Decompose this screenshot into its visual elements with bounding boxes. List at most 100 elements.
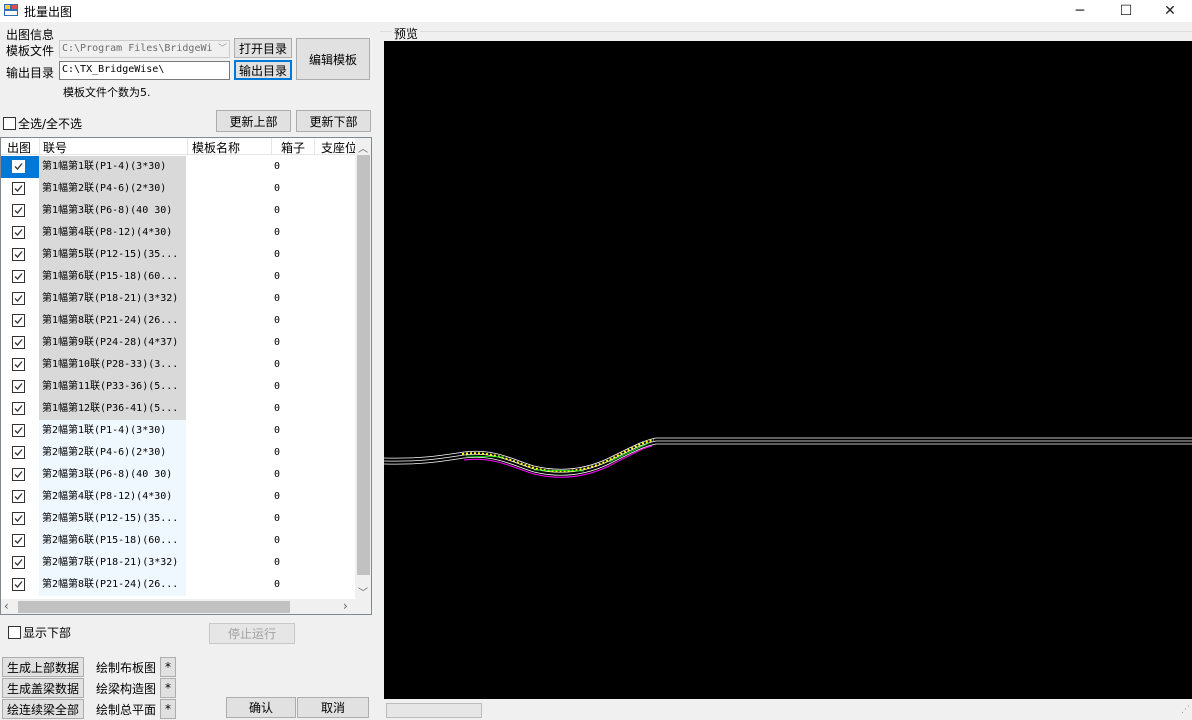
box-count-cell[interactable]: 0 <box>274 442 280 464</box>
table-row[interactable]: 第1幅第10联(P28-33)(3... 0 <box>1 354 355 376</box>
horizontal-scrollbar[interactable]: ‹ › <box>1 599 371 614</box>
scroll-right-icon[interactable]: › <box>343 599 348 613</box>
table-row[interactable]: 第1幅第8联(P21-24)(26... 0 <box>1 310 355 332</box>
box-count-cell[interactable]: 0 <box>274 508 280 530</box>
span-name-cell[interactable]: 第1幅第8联(P21-24)(26... <box>39 310 186 332</box>
output-dir-button[interactable]: 输出目录 <box>234 60 292 80</box>
table-row[interactable]: 第1幅第1联(P1-4)(3*30) 0 <box>1 156 355 178</box>
table-row[interactable]: 第1幅第11联(P33-36)(5... 0 <box>1 376 355 398</box>
preview-canvas[interactable] <box>383 41 1192 699</box>
stop-button[interactable]: 停止运行 <box>209 623 295 644</box>
resize-grip-icon[interactable]: ⋰ <box>1181 705 1190 715</box>
template-file-combo[interactable]: C:\Program Files\BridgeWi ﹀ <box>59 40 230 58</box>
table-row[interactable]: 第1幅第7联(P18-21)(3*32) 0 <box>1 288 355 310</box>
row-checkbox[interactable] <box>12 358 25 371</box>
confirm-button[interactable]: 确认 <box>226 697 296 718</box>
span-name-cell[interactable]: 第1幅第4联(P8-12)(4*30) <box>39 222 186 244</box>
row-checkbox[interactable] <box>12 468 25 481</box>
gen-upper-data-button[interactable]: 生成上部数据 <box>2 657 84 677</box>
row-checkbox[interactable] <box>12 490 25 503</box>
output-dir-field[interactable]: C:\TX_BridgeWise\ <box>59 61 230 80</box>
draw-layout-option-button[interactable]: * <box>160 657 176 677</box>
table-row[interactable]: 第1幅第3联(P6-8)(40 30) 0 <box>1 200 355 222</box>
row-checkbox[interactable] <box>12 556 25 569</box>
row-checkbox[interactable] <box>12 204 25 217</box>
table-row[interactable]: 第2幅第7联(P18-21)(3*32) 0 <box>1 552 355 574</box>
span-name-cell[interactable]: 第1幅第2联(P4-6)(2*30) <box>39 178 186 200</box>
box-count-cell[interactable]: 0 <box>274 288 280 310</box>
table-row[interactable]: 第2幅第5联(P12-15)(35... 0 <box>1 508 355 530</box>
minimize-button[interactable]: ─ <box>1058 0 1102 22</box>
span-name-cell[interactable]: 第1幅第5联(P12-15)(35... <box>39 244 186 266</box>
span-name-cell[interactable]: 第1幅第1联(P1-4)(3*30) <box>39 156 186 178</box>
draw-plan-option-button[interactable]: * <box>160 699 176 719</box>
row-checkbox[interactable] <box>12 578 25 591</box>
scroll-left-icon[interactable]: ‹ <box>4 599 9 613</box>
table-row[interactable]: 第2幅第4联(P8-12)(4*30) 0 <box>1 486 355 508</box>
update-lower-button[interactable]: 更新下部 <box>296 110 371 132</box>
row-checkbox[interactable] <box>12 226 25 239</box>
draw-all-button[interactable]: 绘连续梁全部 <box>2 699 84 719</box>
cancel-button[interactable]: 取消 <box>297 697 369 718</box>
span-name-cell[interactable]: 第1幅第9联(P24-28)(4*37) <box>39 332 186 354</box>
box-count-cell[interactable]: 0 <box>274 222 280 244</box>
hscroll-thumb[interactable] <box>18 601 290 613</box>
close-button[interactable]: ✕ <box>1148 0 1192 22</box>
table-row[interactable]: 第2幅第3联(P6-8)(40 30) 0 <box>1 464 355 486</box>
box-count-cell[interactable]: 0 <box>274 156 280 178</box>
edit-template-button[interactable]: 编辑模板 <box>296 38 370 80</box>
row-checkbox[interactable] <box>12 424 25 437</box>
scroll-thumb[interactable] <box>357 155 370 575</box>
box-count-cell[interactable]: 0 <box>274 464 280 486</box>
box-count-cell[interactable]: 0 <box>274 486 280 508</box>
span-name-cell[interactable]: 第2幅第4联(P8-12)(4*30) <box>39 486 186 508</box>
scroll-down-icon[interactable]: ﹀ <box>358 584 368 599</box>
span-name-cell[interactable]: 第2幅第8联(P21-24)(26... <box>39 574 186 596</box>
row-checkbox[interactable] <box>12 512 25 525</box>
maximize-button[interactable]: ☐ <box>1104 0 1148 22</box>
row-checkbox[interactable] <box>12 270 25 283</box>
draw-structure-option-button[interactable]: * <box>160 678 176 698</box>
span-name-cell[interactable]: 第2幅第7联(P18-21)(3*32) <box>39 552 186 574</box>
table-row[interactable]: 第1幅第4联(P8-12)(4*30) 0 <box>1 222 355 244</box>
row-checkbox[interactable] <box>12 314 25 327</box>
span-name-cell[interactable]: 第1幅第10联(P28-33)(3... <box>39 354 186 376</box>
box-count-cell[interactable]: 0 <box>274 332 280 354</box>
box-count-cell[interactable]: 0 <box>274 266 280 288</box>
col-header-output[interactable]: 出图 <box>7 139 31 156</box>
row-checkbox[interactable] <box>12 380 25 393</box>
table-row[interactable]: 第2幅第8联(P21-24)(26... 0 <box>1 574 355 596</box>
span-name-cell[interactable]: 第1幅第11联(P33-36)(5... <box>39 376 186 398</box>
col-divider[interactable] <box>314 138 315 155</box>
row-checkbox[interactable] <box>12 160 25 173</box>
box-count-cell[interactable]: 0 <box>274 420 280 442</box>
span-name-cell[interactable]: 第1幅第12联(P36-41)(5... <box>39 398 186 420</box>
row-checkbox[interactable] <box>12 248 25 261</box>
span-name-cell[interactable]: 第2幅第2联(P4-6)(2*30) <box>39 442 186 464</box>
col-header-bearing[interactable]: 支座位 <box>321 139 357 156</box>
col-divider[interactable] <box>39 138 40 155</box>
span-name-cell[interactable]: 第1幅第3联(P6-8)(40 30) <box>39 200 186 222</box>
span-name-cell[interactable]: 第1幅第7联(P18-21)(3*32) <box>39 288 186 310</box>
col-header-template[interactable]: 模板名称 <box>192 139 240 156</box>
box-count-cell[interactable]: 0 <box>274 354 280 376</box>
table-row[interactable]: 第1幅第12联(P36-41)(5... 0 <box>1 398 355 420</box>
table-row[interactable]: 第2幅第6联(P15-18)(60... 0 <box>1 530 355 552</box>
row-checkbox[interactable] <box>12 292 25 305</box>
table-row[interactable]: 第2幅第2联(P4-6)(2*30) 0 <box>1 442 355 464</box>
span-name-cell[interactable]: 第2幅第6联(P15-18)(60... <box>39 530 186 552</box>
box-count-cell[interactable]: 0 <box>274 574 280 596</box>
select-all-checkbox[interactable] <box>3 117 16 130</box>
row-checkbox[interactable] <box>12 182 25 195</box>
chevron-down-icon[interactable]: ﹀ <box>218 41 227 57</box>
row-checkbox[interactable] <box>12 402 25 415</box>
box-count-cell[interactable]: 0 <box>274 530 280 552</box>
box-count-cell[interactable]: 0 <box>274 398 280 420</box>
table-row[interactable]: 第1幅第9联(P24-28)(4*37) 0 <box>1 332 355 354</box>
gen-cap-beam-button[interactable]: 生成盖梁数据 <box>2 678 84 698</box>
row-checkbox[interactable] <box>12 446 25 459</box>
box-count-cell[interactable]: 0 <box>274 552 280 574</box>
box-count-cell[interactable]: 0 <box>274 178 280 200</box>
col-header-box[interactable]: 箱子 <box>281 139 305 156</box>
table-row[interactable]: 第1幅第5联(P12-15)(35... 0 <box>1 244 355 266</box>
